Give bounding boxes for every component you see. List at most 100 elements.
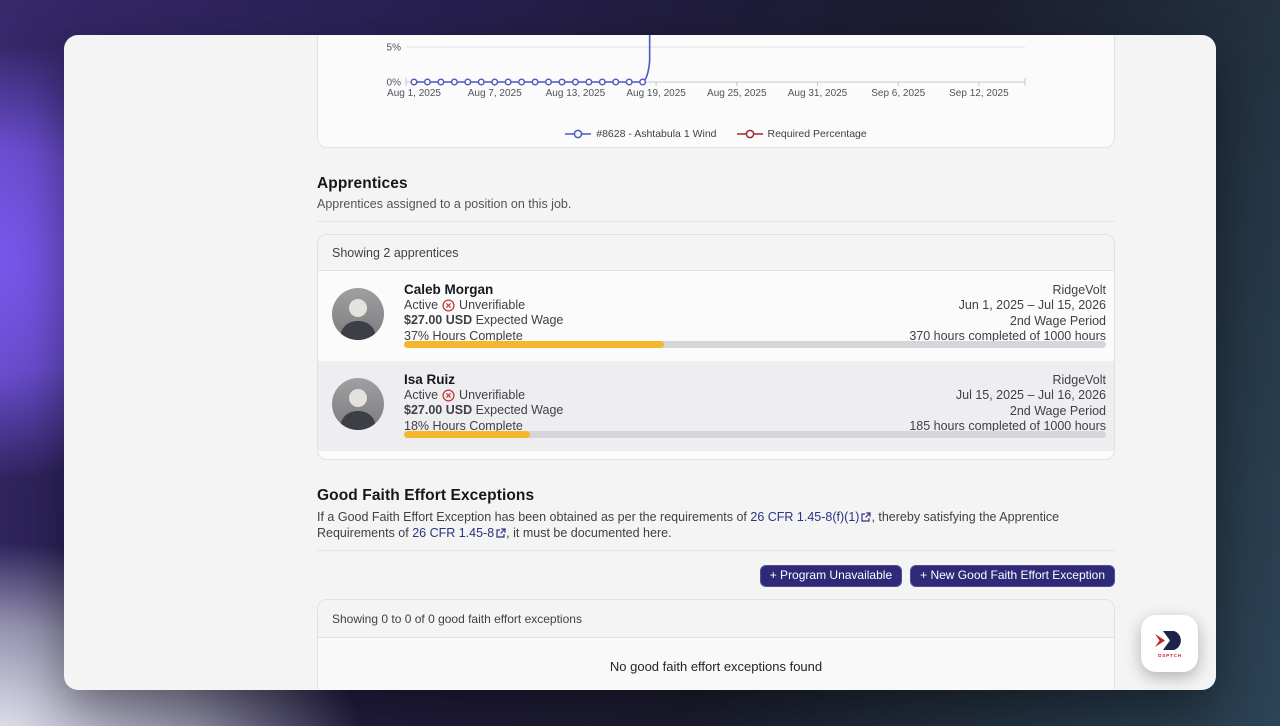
apprentices-section: Apprentices Apprentices assigned to a po…: [317, 175, 1115, 460]
data-point-marker: [410, 78, 418, 86]
apprentices-card: Showing 2 apprentices Caleb Morgan Activ…: [317, 234, 1115, 460]
main-content: Aug 1, 2025 Aug 7, 2025 Aug 13, 2025 Aug 19…: [317, 35, 1115, 690]
apprenticeship-percentage-chart-card: Aug 1, 2025 Aug 7, 2025 Aug 13, 2025 Aug 19…: [317, 35, 1115, 148]
hours-progress-fill: [404, 341, 664, 348]
data-point-marker: [585, 78, 593, 86]
cfr-link-f1-text: 26 CFR 1.45-8(f)(1): [750, 510, 860, 524]
gfe-actions: + Program Unavailable + New Good Faith E…: [317, 565, 1115, 587]
gfe-desc-text: , it must be documented here.: [506, 525, 672, 540]
data-point-marker: [477, 78, 485, 86]
x-tick-label: Aug 19, 2025: [626, 88, 686, 99]
verification-label: Unverifiable: [459, 388, 526, 402]
hours-progress-bar: [404, 431, 1106, 438]
data-point-marker: [625, 78, 633, 86]
external-link-icon: [496, 527, 506, 538]
status-active-label: Active: [404, 298, 439, 312]
desktop-background: Aug 1, 2025 Aug 7, 2025 Aug 13, 2025 Aug 19…: [0, 0, 1280, 726]
wage-period-label: 2nd Wage Period: [1009, 313, 1106, 328]
person-icon: [340, 389, 376, 430]
expected-wage: $27.00 USD Expected Wage: [404, 403, 563, 418]
data-point-marker: [544, 78, 552, 86]
dsptch-logo-text: DSPTCH: [1158, 653, 1182, 658]
apprentices-heading: Apprentices: [317, 175, 408, 192]
expected-wage: $27.00 USD Expected Wage: [404, 313, 563, 328]
apprenticeship-date-range: Jun 1, 2025 – Jul 15, 2026: [958, 298, 1106, 313]
apprentice-status: Active Unverifiable: [404, 298, 563, 313]
data-point-marker: [531, 78, 539, 86]
employer-name: RidgeVolt: [1052, 373, 1106, 387]
apprentice-row[interactable]: Caleb Morgan Active Unverifiable $27.00 …: [318, 271, 1114, 361]
dsptch-widget-button[interactable]: DSPTCH: [1141, 615, 1198, 672]
avatar: [332, 288, 384, 340]
apprenticeship-date-range: Jul 15, 2025 – Jul 16, 2026: [955, 388, 1106, 403]
data-point-marker: [504, 78, 512, 86]
red-line-marker-icon: [736, 129, 763, 139]
legend-item-job-series[interactable]: #8628 - Ashtabula 1 Wind: [565, 128, 717, 140]
apprentice-name: Isa Ruiz: [404, 372, 456, 387]
apprentice-row[interactable]: Isa Ruiz Active Unverifiable $27.00 USD …: [318, 361, 1114, 451]
cfr-link[interactable]: 26 CFR 1.45-8: [412, 526, 506, 540]
apprentices-description: Apprentices assigned to a position on th…: [317, 197, 572, 211]
wage-label: Expected Wage: [475, 403, 564, 418]
gfe-desc-text: If a Good Faith Effort Exception has bee…: [317, 510, 751, 524]
gfe-empty-message: No good faith effort exceptions found: [609, 659, 823, 674]
x-tick-label: Sep 12, 2025: [949, 88, 1009, 99]
data-point-marker: [571, 78, 579, 86]
x-tick-label: Aug 13, 2025: [546, 88, 606, 99]
external-link-icon: [861, 512, 872, 522]
data-point-marker: [491, 78, 499, 86]
gfe-table-count-label: Showing 0 to 0 of 0 good faith effort ex…: [318, 600, 1114, 638]
data-point-marker: [464, 78, 472, 86]
wage-label: Expected Wage: [475, 313, 564, 328]
person-icon: [340, 299, 376, 340]
avatar: [332, 378, 384, 430]
blue-line-marker-icon: [565, 129, 592, 139]
y-tick-label: 5%: [387, 43, 402, 54]
data-point-marker: [612, 78, 620, 86]
data-point-marker: [437, 78, 445, 86]
hours-progress-bar: [404, 341, 1106, 348]
data-point-marker: [598, 78, 606, 86]
y-tick-label: 0%: [387, 78, 402, 89]
data-point-marker: [558, 78, 566, 86]
apprentice-name: Caleb Morgan: [404, 282, 494, 297]
hours-progress-fill: [404, 431, 531, 438]
data-point-marker: [518, 78, 526, 86]
apprentice-list: Caleb Morgan Active Unverifiable $27.00 …: [318, 271, 1114, 451]
gfe-description: If a Good Faith Effort Exception has bee…: [317, 510, 1115, 541]
x-tick-label: Aug 7, 2025: [468, 88, 522, 99]
good-faith-section: Good Faith Effort Exceptions If a Good F…: [317, 487, 1115, 690]
cfr-link-text: 26 CFR 1.45-8: [412, 525, 495, 540]
wage-amount: $27.00 USD: [404, 313, 473, 328]
app-window: Aug 1, 2025 Aug 7, 2025 Aug 13, 2025 Aug 19…: [64, 35, 1216, 690]
apprentices-count-label: Showing 2 apprentices: [318, 235, 1114, 271]
x-tick-label: Aug 25, 2025: [707, 88, 767, 99]
dsptch-logo-icon: DSPTCH: [1154, 630, 1182, 658]
new-good-faith-exception-button[interactable]: + New Good Faith Effort Exception: [910, 565, 1115, 587]
line-chart: Aug 1, 2025 Aug 7, 2025 Aug 13, 2025 Aug 19…: [387, 35, 1026, 99]
wage-amount: $27.00 USD: [404, 403, 473, 418]
legend-label: Required Percentage: [767, 128, 867, 140]
employer-name: RidgeVolt: [1052, 283, 1106, 297]
gfe-table-card: Showing 0 to 0 of 0 good faith effort ex…: [317, 599, 1115, 690]
data-point-marker: [639, 78, 647, 86]
legend-label: #8628 - Ashtabula 1 Wind: [596, 128, 717, 140]
section-divider: [317, 550, 1115, 551]
legend-item-required-percentage[interactable]: Required Percentage: [736, 128, 867, 140]
data-point-marker: [423, 78, 431, 86]
status-active-label: Active: [404, 388, 439, 402]
apprentice-status: Active Unverifiable: [404, 388, 563, 403]
x-tick-label: Aug 1, 2025: [387, 88, 441, 99]
wage-period-label: 2nd Wage Period: [1009, 403, 1106, 418]
x-tick-label: Sep 6, 2025: [871, 88, 925, 99]
series-line: [414, 35, 651, 83]
x-tick-label: Aug 31, 2025: [788, 88, 848, 99]
chart-legend: #8628 - Ashtabula 1 Wind Required Percen…: [318, 121, 1114, 147]
program-unavailable-button[interactable]: + Program Unavailable: [759, 565, 903, 587]
x-circle-icon: [442, 299, 455, 312]
verification-label: Unverifiable: [459, 298, 526, 312]
cfr-link-f1[interactable]: 26 CFR 1.45-8(f)(1): [750, 510, 872, 524]
section-divider: [317, 221, 1115, 222]
x-circle-icon: [442, 389, 455, 402]
gfe-heading: Good Faith Effort Exceptions: [317, 487, 535, 504]
